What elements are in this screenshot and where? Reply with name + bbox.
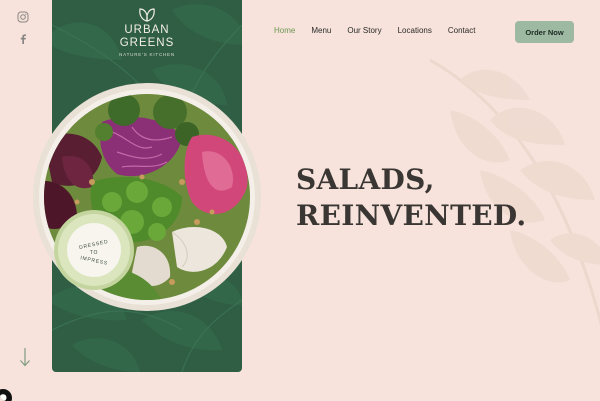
nav-item-contact[interactable]: Contact [448, 26, 476, 35]
brand-name-line1: URBAN [124, 24, 170, 36]
nav-item-locations[interactable]: Locations [398, 26, 432, 35]
brand-tagline: NATURE'S KITCHEN [119, 52, 175, 57]
dressing-label: DRESSED TO IMPRESS [67, 226, 121, 280]
chat-widget-icon[interactable]: ● [0, 389, 12, 401]
brand-logo[interactable]: URBAN GREENS NATURE'S KITCHEN [52, 6, 242, 57]
nav-item-our-story[interactable]: Our Story [347, 26, 381, 35]
hero-headline-line1: SALADS, [296, 163, 435, 196]
dressing-label-bottom: IMPRESS [79, 255, 109, 267]
order-now-button[interactable]: Order Now [515, 21, 574, 43]
brand-name-line2: GREENS [119, 37, 175, 49]
arrow-down-icon[interactable] [18, 346, 32, 368]
hero-headline: SALADS, REINVENTED. [296, 162, 526, 234]
hero-headline-line2: REINVENTED. [296, 199, 527, 232]
leaf-pair-icon [139, 8, 155, 22]
main-nav: Home Menu Our Story Locations Contact [274, 26, 491, 35]
nav-item-menu[interactable]: Menu [311, 26, 331, 35]
instagram-icon[interactable] [16, 10, 30, 24]
social-links [16, 10, 30, 46]
nav-item-home[interactable]: Home [274, 26, 295, 35]
page: URBAN GREENS NATURE'S KITCHEN DRESSED TO… [0, 0, 600, 401]
facebook-icon[interactable] [16, 32, 30, 46]
